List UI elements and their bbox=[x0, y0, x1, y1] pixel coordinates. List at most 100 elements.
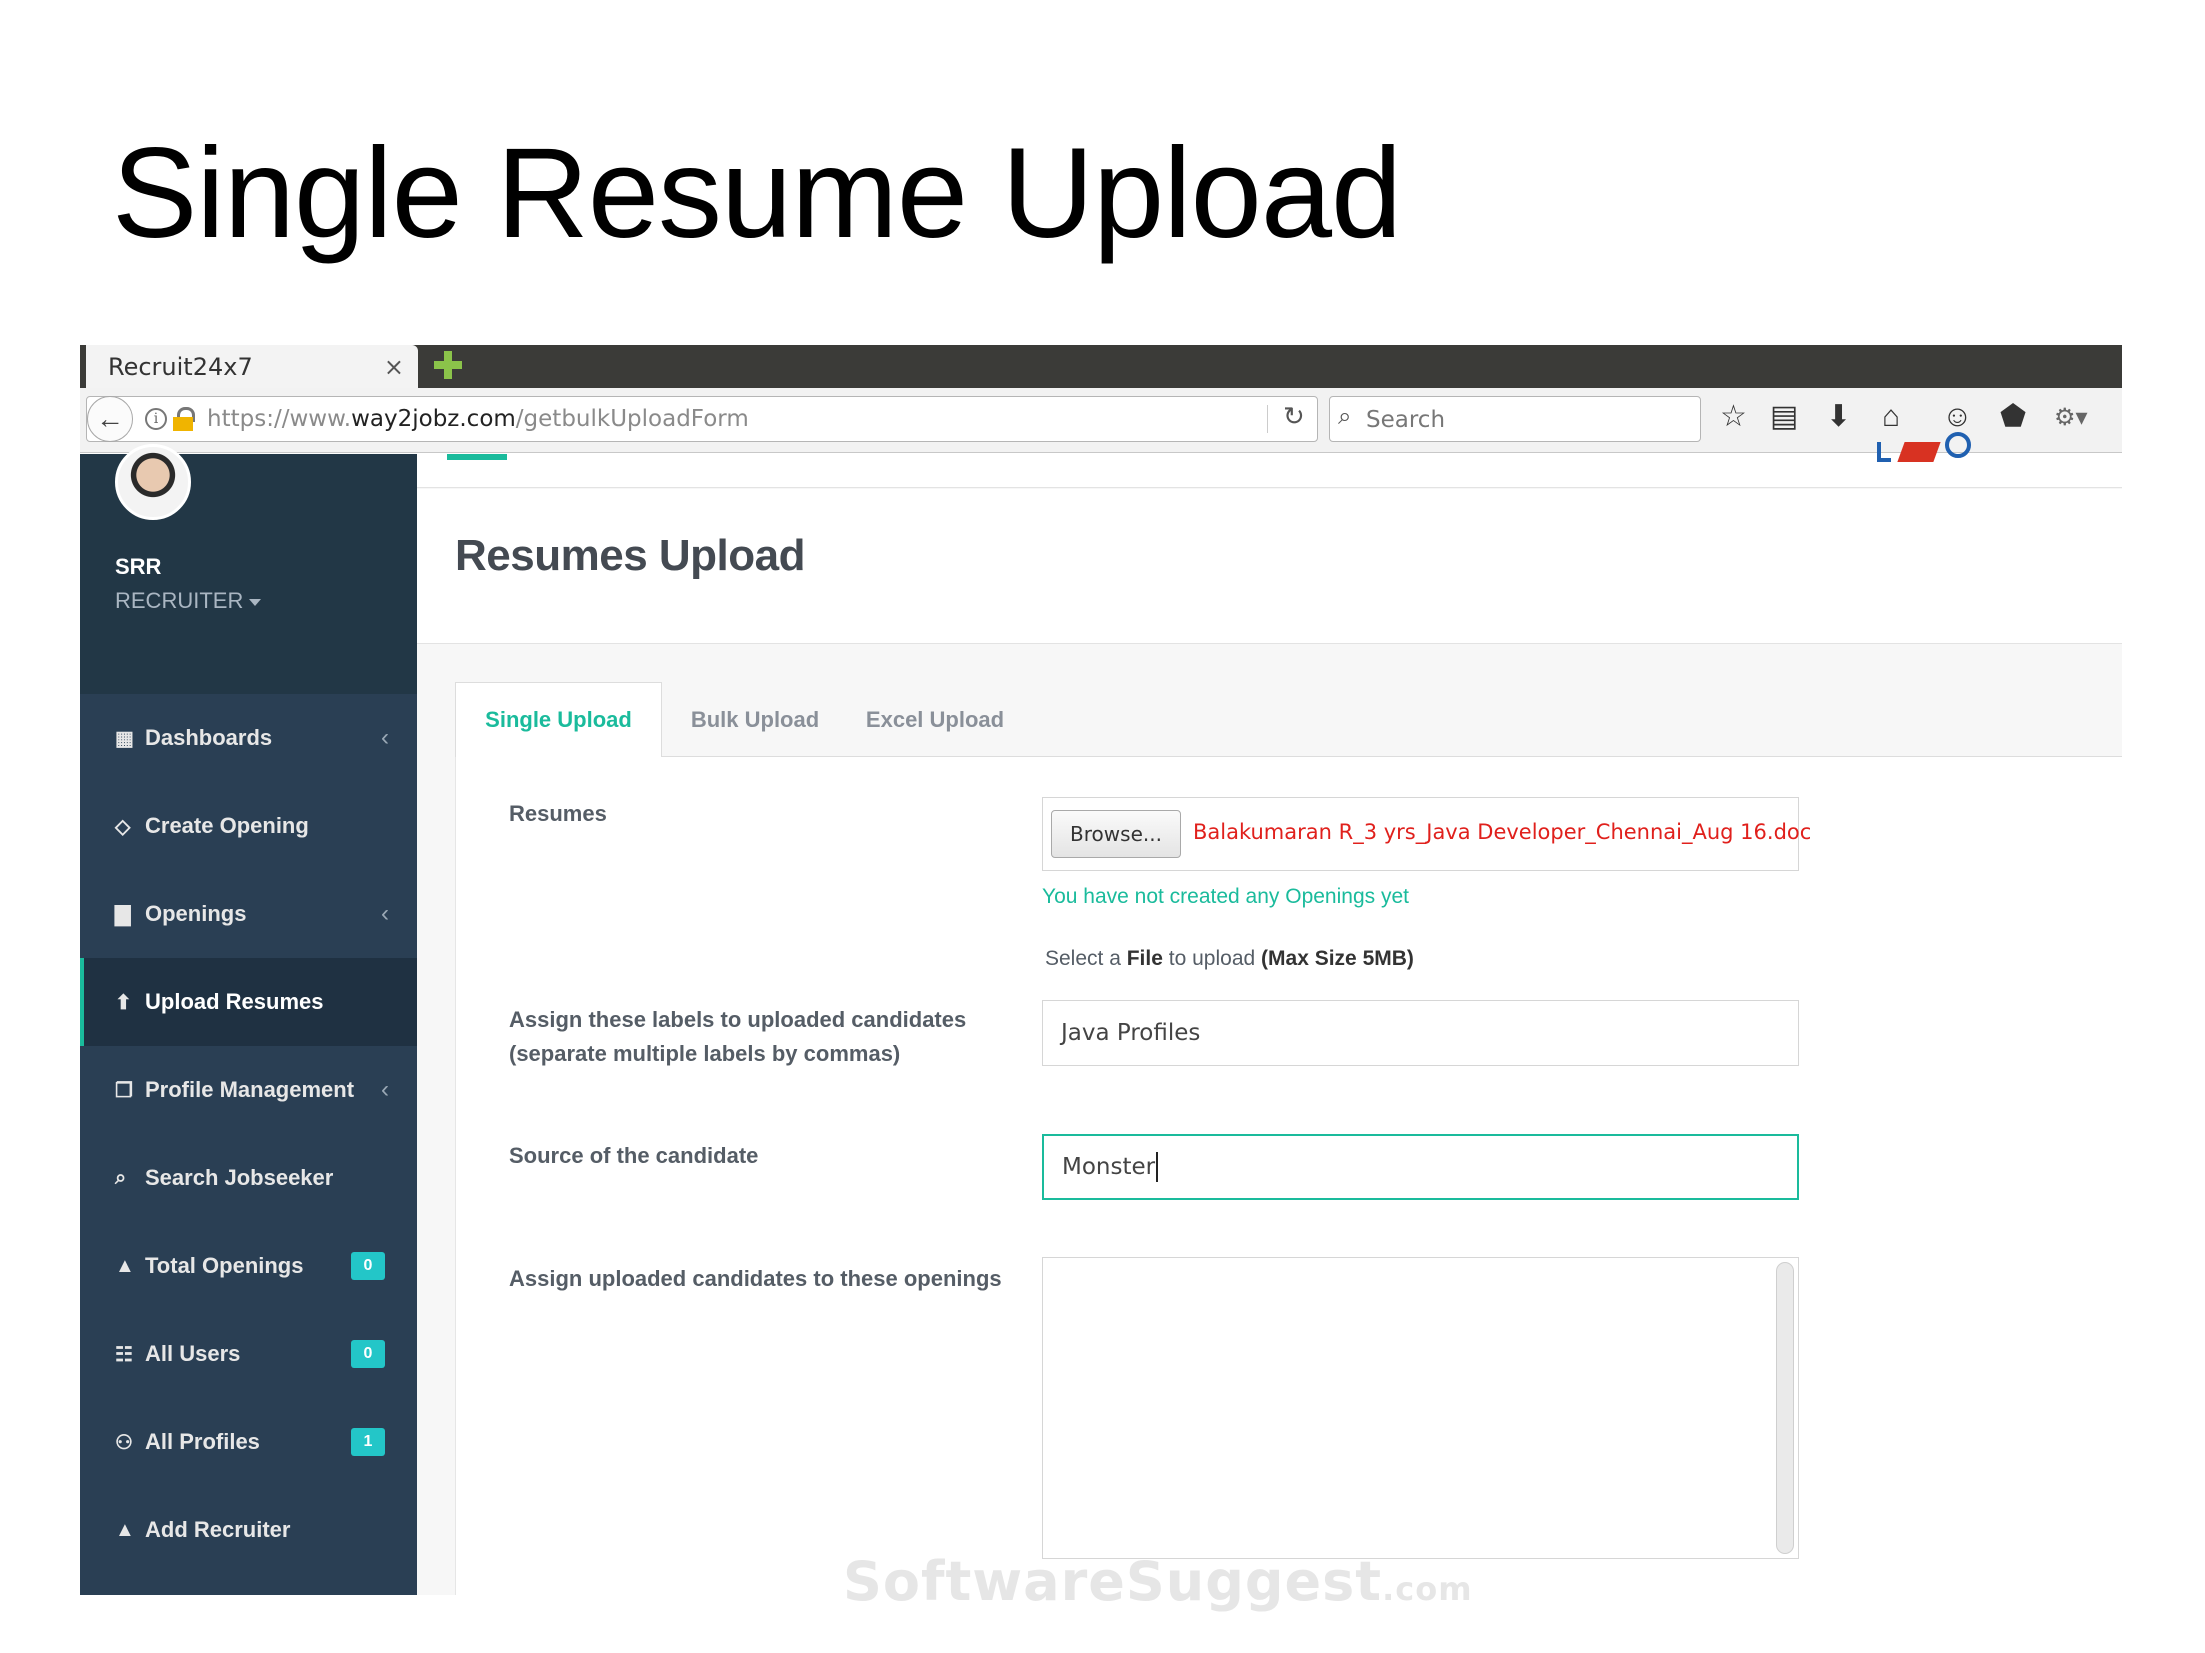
hint-max-size: (Max Size 5MB) bbox=[1261, 947, 1414, 970]
sidebar-item-label: All Users bbox=[145, 1341, 241, 1366]
browse-button[interactable]: Browse... bbox=[1051, 810, 1181, 858]
profile-panel: SRR RECRUITER bbox=[80, 444, 417, 694]
url-text[interactable]: https://www.way2jobz.com/getbulkUploadFo… bbox=[207, 406, 749, 432]
sidebar: SRR RECRUITER ▦ Dashboards ‹ ◇ Create Op… bbox=[80, 444, 417, 1595]
labels-input-value: Java Profiles bbox=[1061, 1020, 1201, 1046]
reading-list-icon[interactable]: ▤ bbox=[1770, 402, 1798, 432]
app-page: SRR RECRUITER ▦ Dashboards ‹ ◇ Create Op… bbox=[80, 432, 2122, 1595]
sidebar-item-label: Openings bbox=[145, 901, 247, 926]
watermark-suffix: .com bbox=[1382, 1570, 1473, 1608]
tab-bulk-upload[interactable]: Bulk Upload bbox=[675, 682, 835, 757]
labels-label-line2: (separate multiple labels by commas) bbox=[509, 1041, 901, 1066]
user-icon: ▲ bbox=[115, 1254, 135, 1277]
tab-excel-upload[interactable]: Excel Upload bbox=[855, 682, 1015, 757]
url-host: way2jobz.com bbox=[351, 406, 516, 432]
hint-prefix: Select a bbox=[1045, 947, 1121, 970]
count-badge: 1 bbox=[351, 1428, 385, 1456]
browser-tab[interactable]: Recruit24x7 × bbox=[86, 345, 418, 388]
dashboard-icon: ▦ bbox=[115, 727, 134, 750]
source-input[interactable]: Monster bbox=[1042, 1134, 1799, 1200]
bar-chart-icon: ▇ bbox=[115, 903, 131, 926]
search-placeholder: Search bbox=[1366, 407, 1446, 433]
hello-chat-icon[interactable]: ☺ bbox=[1942, 402, 1973, 432]
search-icon: ⌕ bbox=[115, 1166, 127, 1189]
sidebar-item-all-profiles[interactable]: ⚇ All Profiles 1 bbox=[80, 1398, 417, 1486]
sidebar-item-label: Dashboards bbox=[145, 725, 273, 750]
source-label: Source of the candidate bbox=[509, 1143, 759, 1168]
chevron-left-icon: ‹ bbox=[381, 1076, 389, 1103]
slide-title: Single Resume Upload bbox=[112, 122, 1402, 265]
sidebar-item-label: Create Opening bbox=[145, 813, 309, 838]
sidebar-item-label: Upload Resumes bbox=[145, 989, 324, 1014]
sidebar-item-add-recruiter[interactable]: ▲ Add Recruiter bbox=[80, 1486, 417, 1574]
menu-toggle-accent[interactable] bbox=[447, 454, 507, 460]
watermark-main: SoftwareSuggest bbox=[843, 1550, 1383, 1613]
sidebar-item-openings[interactable]: ▇ Openings ‹ bbox=[80, 870, 417, 958]
role-label: RECRUITER bbox=[115, 588, 244, 613]
sidebar-item-label: Profile Management bbox=[145, 1077, 355, 1102]
url-path: /getbulkUploadForm bbox=[515, 406, 749, 432]
labels-input[interactable]: Java Profiles bbox=[1042, 1000, 1799, 1066]
clipboard-icon: ❐ bbox=[115, 1079, 133, 1102]
brand-logo bbox=[1877, 432, 1997, 466]
avatar[interactable] bbox=[115, 444, 191, 520]
file-size-hint: Select a File to upload (Max Size 5MB) bbox=[1045, 947, 1414, 971]
reload-icon[interactable]: ↻ bbox=[1283, 401, 1305, 432]
openings-select-list[interactable] bbox=[1042, 1257, 1799, 1559]
sidebar-item-label: All Profiles bbox=[145, 1429, 260, 1454]
selected-file-name: Balakumaran R_3 yrs_Java Developer_Chenn… bbox=[1193, 820, 1812, 844]
sidebar-item-upload-resumes[interactable]: ⬆ Upload Resumes bbox=[80, 958, 417, 1046]
download-icon[interactable]: ⬇ bbox=[1826, 402, 1851, 432]
source-input-value: Monster bbox=[1062, 1154, 1156, 1180]
url-prefix: https://www. bbox=[207, 406, 352, 432]
back-arrow-icon[interactable]: ← bbox=[87, 396, 133, 442]
close-tab-icon[interactable]: × bbox=[384, 353, 404, 381]
users-icon: ⚇ bbox=[115, 1431, 133, 1454]
browser-nav-bar: ← i https://www.way2jobz.com/getbulkUplo… bbox=[80, 388, 2122, 453]
scrollbar[interactable] bbox=[1776, 1262, 1794, 1554]
upload-form: Resumes Browse... Balakumaran R_3 yrs_Ja… bbox=[455, 757, 2122, 1595]
info-icon[interactable]: i bbox=[145, 408, 167, 430]
count-badge: 0 bbox=[351, 1252, 385, 1280]
url-separator bbox=[1267, 405, 1268, 433]
profile-name: SRR bbox=[115, 554, 162, 579]
diamond-icon: ◇ bbox=[115, 815, 131, 838]
pocket-icon[interactable]: ⬟ bbox=[2000, 402, 2026, 432]
sidebar-item-dashboards[interactable]: ▦ Dashboards ‹ bbox=[80, 694, 417, 782]
sidebar-item-label: Add Recruiter bbox=[145, 1517, 291, 1542]
top-nav bbox=[417, 432, 2122, 488]
sidebar-item-search-jobseeker[interactable]: ⌕ Search Jobseeker bbox=[80, 1134, 417, 1222]
chevron-left-icon: ‹ bbox=[381, 724, 389, 751]
chevron-left-icon: ‹ bbox=[381, 900, 389, 927]
search-glass-icon: ⌕ bbox=[1338, 403, 1352, 430]
insecure-lock-icon[interactable] bbox=[173, 407, 195, 431]
browser-search-input[interactable]: ⌕ Search bbox=[1329, 396, 1701, 442]
sidebar-item-create-opening[interactable]: ◇ Create Opening bbox=[80, 782, 417, 870]
extensions-menu-icon[interactable]: ⚙▾ bbox=[2054, 406, 2088, 430]
resume-file-input[interactable]: Browse... Balakumaran R_3 yrs_Java Devel… bbox=[1042, 797, 1811, 871]
new-tab-icon[interactable] bbox=[432, 349, 464, 381]
home-icon[interactable]: ⌂ bbox=[1882, 402, 1900, 432]
page-title: Resumes Upload bbox=[455, 531, 805, 580]
browser-tab-title: Recruit24x7 bbox=[108, 352, 253, 381]
address-bar[interactable]: ← i https://www.way2jobz.com/getbulkUplo… bbox=[86, 396, 1318, 442]
hint-mid: to upload bbox=[1168, 947, 1256, 970]
sitemap-icon: ☷ bbox=[115, 1343, 133, 1366]
tab-single-upload[interactable]: Single Upload bbox=[455, 682, 662, 758]
sidebar-item-all-users[interactable]: ☷ All Users 0 bbox=[80, 1310, 417, 1398]
sidebar-item-total-openings[interactable]: ▲ Total Openings 0 bbox=[80, 1222, 417, 1310]
watermark: SoftwareSuggest.com bbox=[843, 1550, 1473, 1613]
no-openings-message: You have not created any Openings yet bbox=[1042, 885, 1409, 908]
resumes-label: Resumes bbox=[509, 801, 607, 826]
sidebar-item-profile-management[interactable]: ❐ Profile Management ‹ bbox=[80, 1046, 417, 1134]
sidebar-item-label: Search Jobseeker bbox=[145, 1165, 334, 1190]
labels-label-line1: Assign these labels to uploaded candidat… bbox=[509, 1007, 967, 1032]
role-dropdown[interactable]: RECRUITER bbox=[115, 588, 262, 614]
sidebar-item-label: Total Openings bbox=[145, 1253, 304, 1278]
sidebar-menu: ▦ Dashboards ‹ ◇ Create Opening ▇ Openin… bbox=[80, 694, 417, 1574]
labels-field-label: Assign these labels to uploaded candidat… bbox=[509, 1003, 1029, 1071]
upload-tabs: Single Upload Bulk Upload Excel Upload bbox=[455, 682, 2122, 758]
bookmark-star-icon[interactable]: ☆ bbox=[1720, 402, 1747, 432]
main-content: Resumes Upload Single Upload Bulk Upload… bbox=[417, 432, 2122, 1595]
browser-tab-strip: Recruit24x7 × bbox=[80, 345, 2122, 388]
